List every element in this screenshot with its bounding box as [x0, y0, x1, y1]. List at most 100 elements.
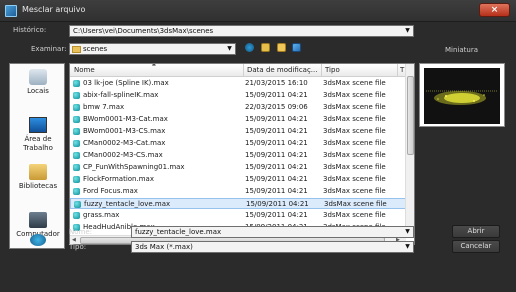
file-row[interactable]: CMan0002-M3-Cat.max 15/09/2011 04:21 3dsMa… — [70, 138, 406, 149]
file-date: 15/09/2011 04:21 — [245, 115, 308, 123]
file-type: 3dsMax scene file — [323, 211, 386, 219]
file-row[interactable]: abix-fall-splineIK.max 15/09/2011 04:21 3d… — [70, 90, 406, 101]
window-title: Mesclar arquivo — [22, 5, 86, 14]
file-name: BWom0001-M3-Cat.max — [83, 115, 168, 123]
new-folder-icon[interactable] — [277, 43, 286, 52]
max-file-icon — [73, 128, 80, 135]
place-desktop[interactable]: Área de Trabalho — [10, 117, 66, 153]
column-divider[interactable] — [243, 64, 244, 77]
file-type: 3dsMax scene file — [323, 127, 386, 135]
file-list[interactable]: Nome ▲ Data de modificaç... Tipo T 03 lk… — [69, 63, 415, 245]
history-combo[interactable]: C:\Users\vei\Documents\3dsMax\scenes ▼ — [69, 25, 414, 37]
max-file-icon — [73, 104, 80, 111]
max-file-icon — [74, 201, 81, 208]
scroll-thumb[interactable] — [407, 76, 414, 155]
max-file-icon — [73, 188, 80, 195]
place-recent[interactable]: Locais — [10, 69, 66, 95]
network-icon — [30, 234, 46, 246]
file-row[interactable]: 03 lk-joe (Spline IK).max 21/03/2015 16:1… — [70, 78, 406, 89]
file-name: fuzzy_tentacle_love.max — [84, 200, 171, 208]
file-type: 3dsMax scene file — [323, 91, 386, 99]
file-row[interactable]: BWom0001-M3-Cat.max 15/09/2011 04:21 3dsMa… — [70, 114, 406, 125]
view-menu-icon[interactable] — [292, 43, 301, 52]
file-date: 21/03/2015 16:10 — [245, 79, 308, 87]
file-name: BWom0001-M3-CS.max — [83, 127, 166, 135]
column-date[interactable]: Data de modificaç... — [247, 66, 317, 74]
cancel-button[interactable]: Cancelar — [452, 240, 500, 253]
file-date: 15/09/2011 04:21 — [245, 187, 308, 195]
file-row[interactable]: CP_FunWithSpawning01.max 15/09/2011 04:21… — [70, 162, 406, 173]
column-extra[interactable]: T — [400, 66, 404, 74]
chevron-down-icon[interactable]: ▼ — [225, 45, 234, 53]
file-name: Ford Focus.max — [83, 187, 138, 195]
list-header: Nome ▲ Data de modificaç... Tipo T — [70, 64, 406, 77]
preview-image — [424, 68, 500, 124]
filename-label: Nome: — [69, 228, 93, 236]
preview-box — [419, 63, 505, 127]
max-file-icon — [73, 92, 80, 99]
file-date: 15/09/2011 04:21 — [245, 211, 308, 219]
file-row[interactable]: fuzzy_tentacle_love.max 15/09/2011 04:21 3… — [70, 198, 406, 209]
place-network[interactable] — [10, 234, 66, 248]
chevron-down-icon[interactable]: ▼ — [403, 243, 412, 251]
file-date: 15/09/2011 04:21 — [245, 163, 308, 171]
column-type[interactable]: Tipo — [325, 66, 340, 74]
file-row[interactable]: FlockFormation.max 15/09/2011 04:21 3dsMax… — [70, 174, 406, 185]
file-name: bmw 7.max — [83, 103, 125, 111]
history-value: C:\Users\vei\Documents\3dsMax\scenes — [73, 27, 214, 35]
file-row[interactable]: Ford Focus.max 15/09/2011 04:21 3dsMax sce… — [70, 186, 406, 197]
look-in-value: scenes — [83, 45, 108, 53]
place-libraries[interactable]: Bibliotecas — [10, 164, 66, 190]
max-file-icon — [73, 164, 80, 171]
max-file-icon — [73, 80, 80, 87]
filename-input[interactable]: fuzzy_tentacle_love.max ▼ — [131, 226, 414, 238]
look-in-combo[interactable]: scenes ▼ — [69, 43, 236, 55]
place-label: Área de Trabalho — [23, 135, 53, 152]
file-name: grass.max — [83, 211, 120, 219]
back-icon[interactable] — [245, 43, 254, 52]
look-in-label: Examinar: — [31, 45, 67, 53]
file-date: 15/09/2011 04:21 — [246, 200, 309, 208]
preview-graphic — [426, 90, 498, 105]
open-button[interactable]: Abrir — [452, 225, 500, 238]
file-type: 3dsMax scene file — [324, 200, 387, 208]
vertical-scrollbar[interactable]: ▲ ▼ — [405, 64, 414, 236]
file-name: CMan0002-M3-CS.max — [83, 151, 163, 159]
places-bar: Locais Área de Trabalho Bibliotecas Comp… — [9, 63, 65, 249]
chevron-down-icon[interactable]: ▼ — [403, 228, 412, 236]
file-date: 15/09/2011 04:21 — [245, 151, 308, 159]
app-icon — [5, 5, 17, 17]
filetype-value: 3ds Max (*.max) — [135, 243, 193, 251]
close-button[interactable]: × — [479, 3, 510, 17]
history-label: Histórico: — [13, 26, 47, 34]
chevron-down-icon[interactable]: ▼ — [403, 27, 412, 35]
file-name: 03 lk-joe (Spline IK).max — [83, 79, 169, 87]
file-type: 3dsMax scene file — [323, 175, 386, 183]
place-label: Bibliotecas — [18, 182, 58, 190]
filetype-select[interactable]: 3ds Max (*.max) ▼ — [131, 241, 414, 253]
column-name[interactable]: Nome — [74, 66, 95, 74]
file-name: FlockFormation.max — [83, 175, 154, 183]
max-file-icon — [73, 212, 80, 219]
file-row[interactable]: bmw 7.max 22/03/2015 09:06 3dsMax scene fi… — [70, 102, 406, 113]
file-type: 3dsMax scene file — [323, 103, 386, 111]
computer-icon — [29, 212, 47, 228]
file-row[interactable]: grass.max 15/09/2011 04:21 3dsMax scene fi… — [70, 210, 406, 221]
max-file-icon — [73, 140, 80, 147]
folder-icon — [72, 46, 81, 53]
file-name: abix-fall-splineIK.max — [83, 91, 159, 99]
file-row[interactable]: BWom0001-M3-CS.max 15/09/2011 04:21 3dsMax… — [70, 126, 406, 137]
file-row[interactable]: CMan0002-M3-CS.max 15/09/2011 04:21 3dsMax… — [70, 150, 406, 161]
max-file-icon — [73, 152, 80, 159]
desktop-icon — [29, 117, 47, 133]
place-label: Locais — [27, 87, 49, 95]
file-date: 15/09/2011 04:21 — [245, 139, 308, 147]
column-divider[interactable] — [397, 64, 398, 77]
sort-up-icon: ▲ — [152, 63, 156, 67]
up-folder-icon[interactable] — [261, 43, 270, 52]
file-type: 3dsMax scene file — [323, 139, 386, 147]
file-type: 3dsMax scene file — [323, 163, 386, 171]
max-file-icon — [73, 176, 80, 183]
column-divider[interactable] — [321, 64, 322, 77]
libraries-icon — [29, 164, 47, 180]
